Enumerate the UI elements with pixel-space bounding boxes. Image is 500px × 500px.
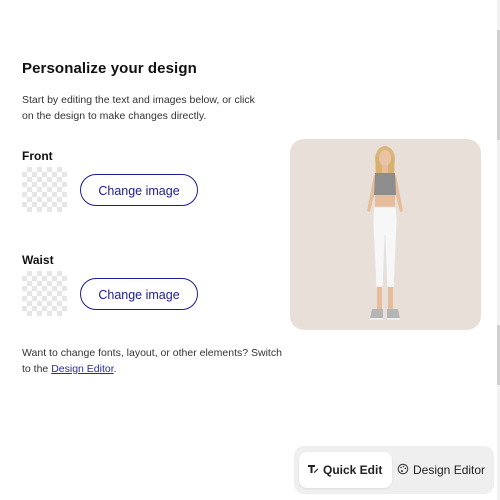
- left-sole: [370, 318, 383, 320]
- change-image-button-front[interactable]: Change image: [80, 174, 198, 206]
- quick-edit-icon: [307, 463, 319, 478]
- quick-edit-tab[interactable]: Quick Edit: [299, 452, 392, 488]
- right-sole: [387, 318, 400, 320]
- left-shoe: [370, 309, 383, 319]
- palette-icon: [397, 463, 409, 478]
- section-label-waist: Waist: [22, 253, 54, 267]
- left-calf: [377, 287, 382, 309]
- white-leggings: [372, 206, 398, 288]
- front-image-thumbnail: [22, 167, 67, 212]
- product-preview[interactable]: [290, 139, 481, 330]
- model-leggings-image: [367, 146, 403, 320]
- personalize-panel: Personalize your design Start by editing…: [0, 0, 500, 500]
- design-editor-label: Design Editor: [413, 463, 486, 477]
- page-title: Personalize your design: [22, 60, 197, 77]
- section-label-front: Front: [22, 149, 53, 163]
- design-editor-tab[interactable]: Design Editor: [397, 452, 492, 488]
- right-calf: [388, 287, 393, 309]
- editor-mode-switch: Quick Edit Design Editor: [294, 446, 494, 494]
- page-description: Start by editing the text and images bel…: [22, 94, 255, 122]
- waist-image-thumbnail: [22, 271, 67, 316]
- note-suffix: .: [113, 362, 117, 375]
- neck: [382, 165, 388, 173]
- right-shoe: [387, 309, 400, 319]
- midriff: [375, 195, 395, 207]
- change-image-button-waist[interactable]: Change image: [80, 278, 198, 310]
- face: [379, 150, 391, 166]
- design-editor-note: Want to change fonts, layout, or other e…: [22, 346, 282, 377]
- quick-edit-label: Quick Edit: [323, 463, 383, 477]
- crop-top: [374, 173, 396, 195]
- design-editor-link[interactable]: Design Editor: [51, 363, 113, 375]
